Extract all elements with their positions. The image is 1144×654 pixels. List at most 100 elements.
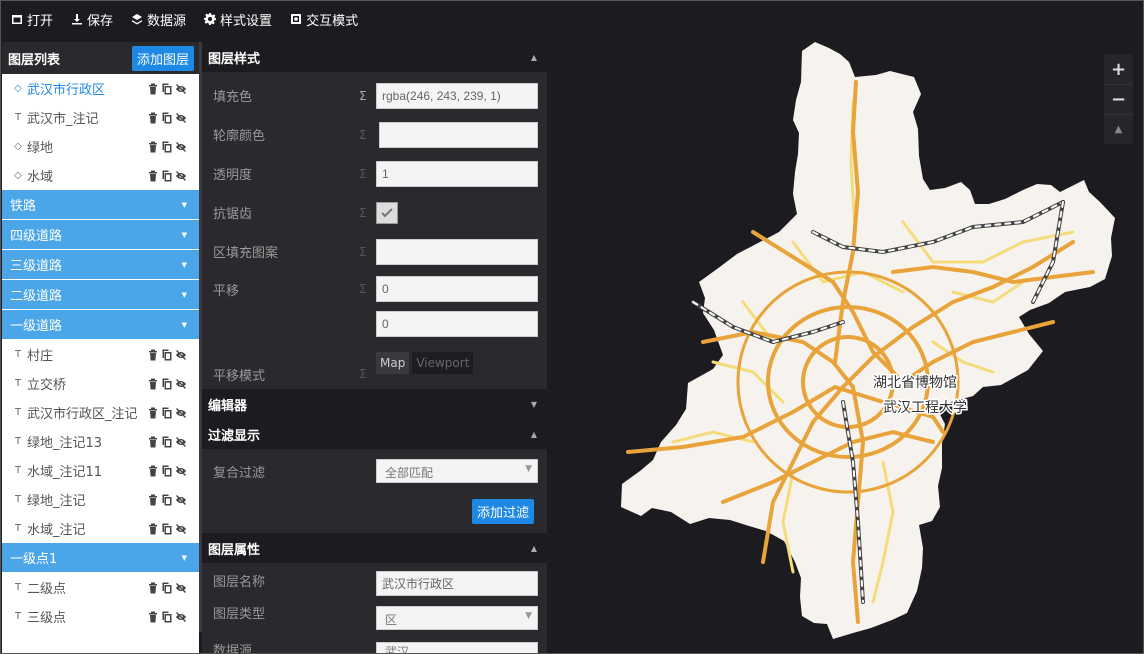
copy-icon[interactable] <box>161 523 173 535</box>
hide-eye-icon[interactable] <box>175 112 187 124</box>
trash-icon[interactable] <box>147 494 159 506</box>
layer-row[interactable]: ◇ 武汉市行政区 <box>2 74 199 103</box>
trash-icon[interactable] <box>147 141 159 153</box>
map-canvas[interactable]: 湖北省博物馆武汉工程大学 + − ▲ <box>553 42 1143 654</box>
fill-layer-icon: ◇ <box>14 141 22 152</box>
translate-y-input[interactable] <box>376 311 538 337</box>
layer-row[interactable]: T 二级点 <box>2 573 199 602</box>
hide-eye-icon[interactable] <box>175 407 187 419</box>
layer-group-row[interactable]: 一级点1 ▼ <box>2 543 199 573</box>
zoom-in-button[interactable]: + <box>1104 54 1133 84</box>
layer-row[interactable]: T 三级点 <box>2 602 199 631</box>
style-settings-button[interactable]: 样式设置 <box>204 10 272 29</box>
layer-row-tools <box>147 494 189 506</box>
copy-icon[interactable] <box>161 170 173 182</box>
compound-filter-select[interactable]: 全部匹配 ▼ <box>376 459 538 483</box>
map-svg[interactable]: 湖北省博物馆武汉工程大学 <box>553 42 1143 654</box>
sigma-icon[interactable]: Σ <box>359 282 367 296</box>
trash-icon[interactable] <box>147 465 159 477</box>
anchor-map-option[interactable]: Map <box>376 352 410 374</box>
trash-icon[interactable] <box>147 83 159 95</box>
sigma-icon[interactable]: Σ <box>359 367 367 381</box>
map-place-label[interactable]: 武汉工程大学 <box>882 399 969 418</box>
layer-group-row[interactable]: 二级道路 ▼ <box>2 280 199 310</box>
trash-icon[interactable] <box>147 523 159 535</box>
sigma-icon[interactable]: Σ <box>359 167 367 181</box>
trash-icon[interactable] <box>147 407 159 419</box>
trash-icon[interactable] <box>147 112 159 124</box>
layer-row[interactable]: T 绿地_注记 <box>2 485 199 514</box>
add-layer-button[interactable]: 添加图层 <box>131 45 194 71</box>
layer-row[interactable]: T 武汉市行政区_注记 <box>2 398 199 427</box>
chevron-down-icon: ▼ <box>181 553 187 562</box>
trash-icon[interactable] <box>147 611 159 623</box>
hide-eye-icon[interactable] <box>175 582 187 594</box>
save-button[interactable]: 保存 <box>71 10 113 29</box>
copy-icon[interactable] <box>161 465 173 477</box>
layer-group-row[interactable]: 四级道路 ▼ <box>2 220 199 250</box>
copy-icon[interactable] <box>161 378 173 390</box>
map-place-label[interactable]: 湖北省博物馆 <box>872 373 959 393</box>
copy-icon[interactable] <box>161 349 173 361</box>
filter-section-header[interactable]: 过滤显示 ▲ <box>202 419 547 449</box>
layer-name-input[interactable] <box>376 571 538 596</box>
trash-icon[interactable] <box>147 170 159 182</box>
anchor-viewport-option[interactable]: Viewport <box>412 352 474 374</box>
hide-eye-icon[interactable] <box>175 611 187 623</box>
layer-source-select[interactable]: 武汉 <box>376 642 538 653</box>
hide-eye-icon[interactable] <box>175 436 187 448</box>
layer-row[interactable]: T 武汉市_注记 <box>2 103 199 132</box>
hide-eye-icon[interactable] <box>175 349 187 361</box>
layer-row[interactable]: T 绿地_注记13 <box>2 427 199 456</box>
hide-eye-icon[interactable] <box>175 378 187 390</box>
trash-icon[interactable] <box>147 436 159 448</box>
trash-icon[interactable] <box>147 378 159 390</box>
copy-icon[interactable] <box>161 407 173 419</box>
copy-icon[interactable] <box>161 582 173 594</box>
layer-row[interactable]: T 水域_注记11 <box>2 456 199 485</box>
opacity-input[interactable] <box>376 160 538 187</box>
fill-layer-icon: ◇ <box>14 170 22 181</box>
layer-style-section-header[interactable]: 图层样式 ▲ <box>202 42 547 72</box>
sigma-icon[interactable]: Σ <box>359 89 367 103</box>
hide-eye-icon[interactable] <box>175 83 187 95</box>
layer-properties-section-header[interactable]: 图层属性 ▲ <box>202 533 547 563</box>
editor-section-header[interactable]: 编辑器 ▼ <box>202 389 547 419</box>
translate-x-input[interactable] <box>376 276 538 302</box>
fill-color-input[interactable] <box>376 82 538 109</box>
trash-icon[interactable] <box>147 349 159 361</box>
hide-eye-icon[interactable] <box>175 494 187 506</box>
layer-type-select[interactable]: 区 ▼ <box>376 606 538 630</box>
sigma-icon[interactable]: Σ <box>359 245 367 259</box>
add-filter-button[interactable]: 添加过滤 <box>472 498 535 524</box>
layer-group-row[interactable]: 铁路 ▼ <box>2 190 199 220</box>
copy-icon[interactable] <box>161 611 173 623</box>
open-button[interactable]: 打开 <box>11 10 53 29</box>
layer-row[interactable]: T 村庄 <box>2 340 199 369</box>
interaction-mode-button[interactable]: 交互模式 <box>290 10 358 29</box>
hide-eye-icon[interactable] <box>175 141 187 153</box>
layer-row[interactable]: T 立交桥 <box>2 369 199 398</box>
antialias-checkbox[interactable] <box>376 201 398 224</box>
hide-eye-icon[interactable] <box>175 170 187 182</box>
hide-eye-icon[interactable] <box>175 523 187 535</box>
trash-icon[interactable] <box>147 582 159 594</box>
copy-icon[interactable] <box>161 141 173 153</box>
compass-button[interactable]: ▲ <box>1104 114 1133 144</box>
fill-pattern-input[interactable] <box>376 238 538 265</box>
outline-color-input[interactable] <box>379 121 538 148</box>
datasource-button[interactable]: 数据源 <box>131 10 186 29</box>
zoom-out-button[interactable]: − <box>1104 84 1133 114</box>
layer-row[interactable]: T 水域_注记 <box>2 514 199 543</box>
copy-icon[interactable] <box>161 83 173 95</box>
layer-group-row[interactable]: 三级道路 ▼ <box>2 250 199 280</box>
copy-icon[interactable] <box>161 112 173 124</box>
layer-row[interactable]: ◇ 水域 <box>2 161 199 190</box>
sigma-icon[interactable]: Σ <box>359 128 367 142</box>
layer-row[interactable]: ◇ 绿地 <box>2 132 199 161</box>
hide-eye-icon[interactable] <box>175 465 187 477</box>
copy-icon[interactable] <box>161 436 173 448</box>
copy-icon[interactable] <box>161 494 173 506</box>
sigma-icon[interactable]: Σ <box>359 206 367 220</box>
layer-group-row[interactable]: 一级道路 ▼ <box>2 310 199 340</box>
